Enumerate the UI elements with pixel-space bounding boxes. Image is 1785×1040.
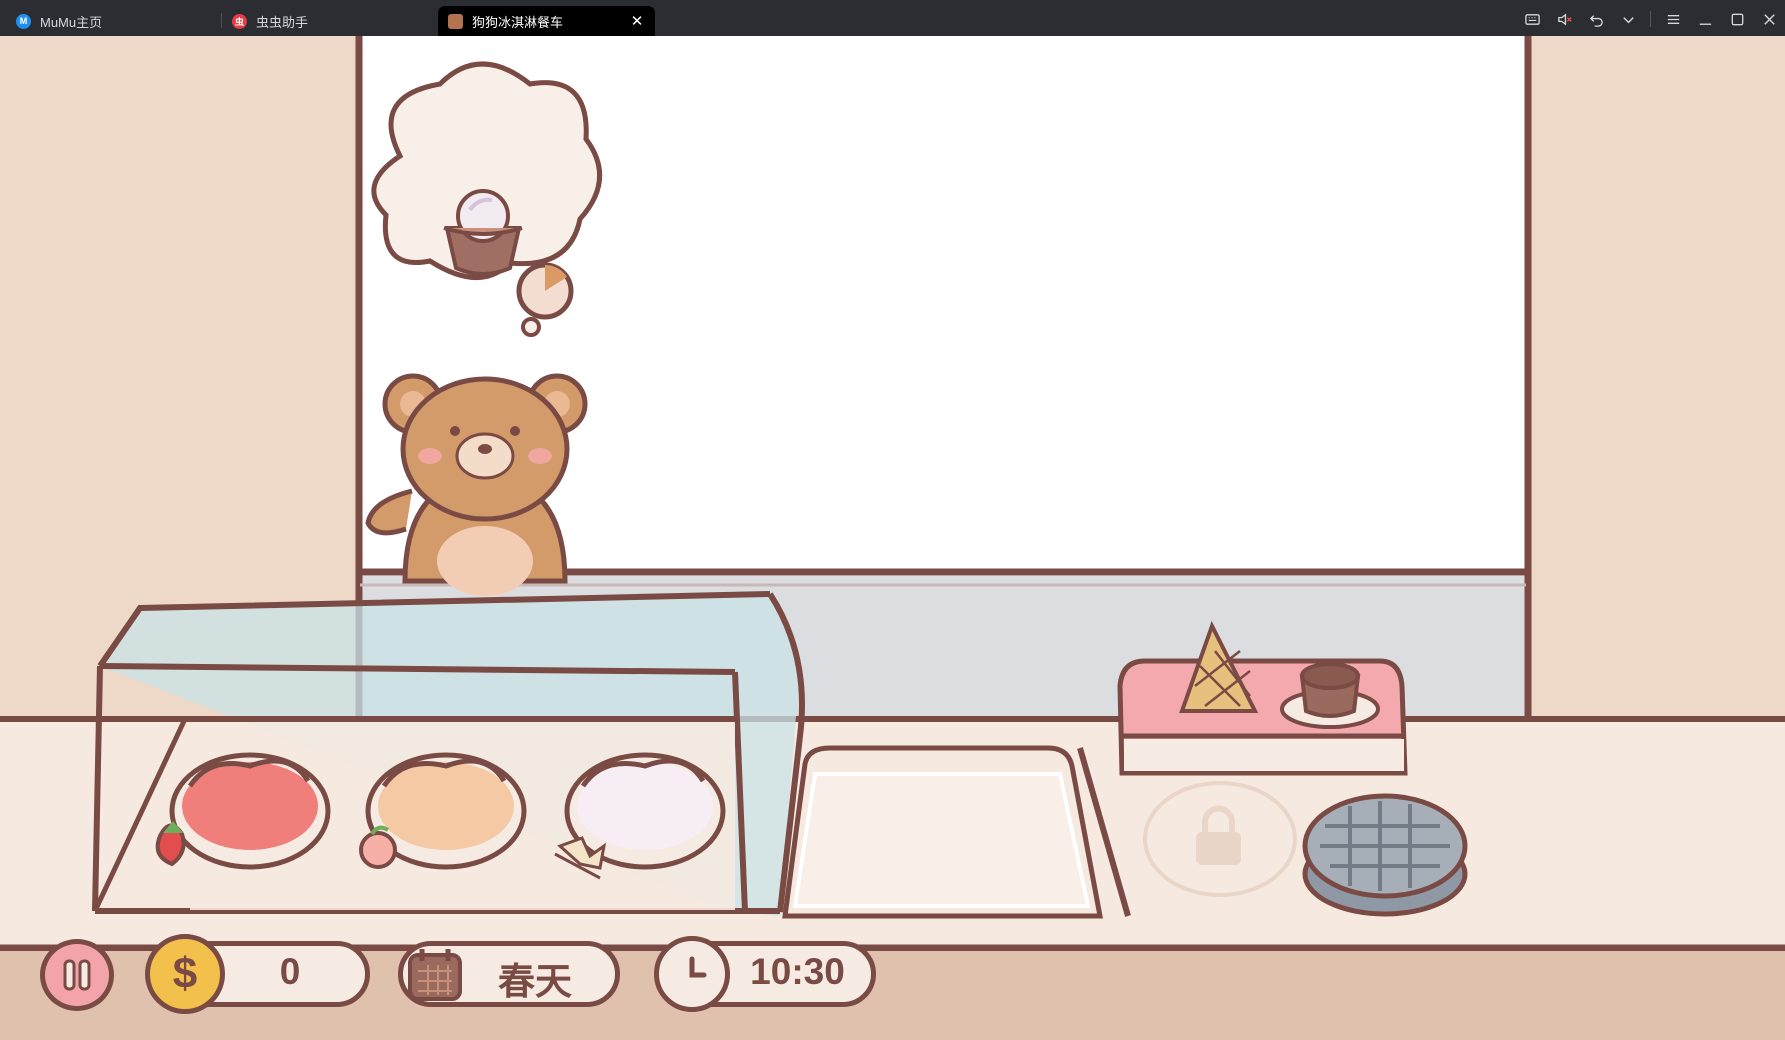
clock-time: 10:30	[750, 951, 845, 992]
calendar-icon	[400, 939, 470, 1009]
tab-label: 狗狗冰淇淋餐车	[472, 14, 564, 30]
minimize-icon[interactable]	[1689, 8, 1721, 30]
game-viewport[interactable]: $ 0 春天 10:30	[0, 36, 1785, 1040]
maximize-icon[interactable]	[1721, 8, 1753, 30]
tab-label: MuMu主页	[40, 14, 103, 30]
tab-label: 虫虫助手	[256, 14, 309, 30]
tab-mumu-home[interactable]: M MuMu主页	[16, 6, 216, 36]
chongchong-icon: 虫	[232, 13, 247, 29]
keyboard-icon[interactable]	[1516, 8, 1548, 30]
chevron-down-icon[interactable]	[1612, 8, 1644, 30]
tab-separator	[221, 13, 222, 28]
tab-chongchong[interactable]: 虫 虫虫助手	[232, 6, 432, 36]
close-icon[interactable]	[1753, 8, 1785, 30]
pause-button[interactable]	[40, 939, 114, 1011]
title-bar: M MuMu主页 虫 虫虫助手 狗狗冰淇淋餐车 ✕	[0, 0, 1785, 36]
pause-icon	[63, 959, 91, 991]
controls-separator	[1650, 11, 1651, 27]
waffle-maker	[1302, 793, 1468, 917]
coin-icon: $	[145, 934, 225, 1014]
mute-icon[interactable]	[1548, 8, 1580, 30]
clock-icon	[654, 936, 730, 1012]
tab-game[interactable]: 狗狗冰淇淋餐车 ✕	[438, 6, 655, 36]
game-icon	[448, 13, 463, 29]
window-controls	[1516, 8, 1785, 30]
mumu-icon: M	[16, 13, 31, 29]
close-tab-icon[interactable]: ✕	[627, 11, 647, 31]
game-scene	[0, 36, 1785, 1040]
back-icon[interactable]	[1580, 8, 1612, 30]
menu-icon[interactable]	[1657, 8, 1689, 30]
coin-amount: 0	[279, 951, 301, 992]
season-label: 春天	[498, 961, 572, 1002]
